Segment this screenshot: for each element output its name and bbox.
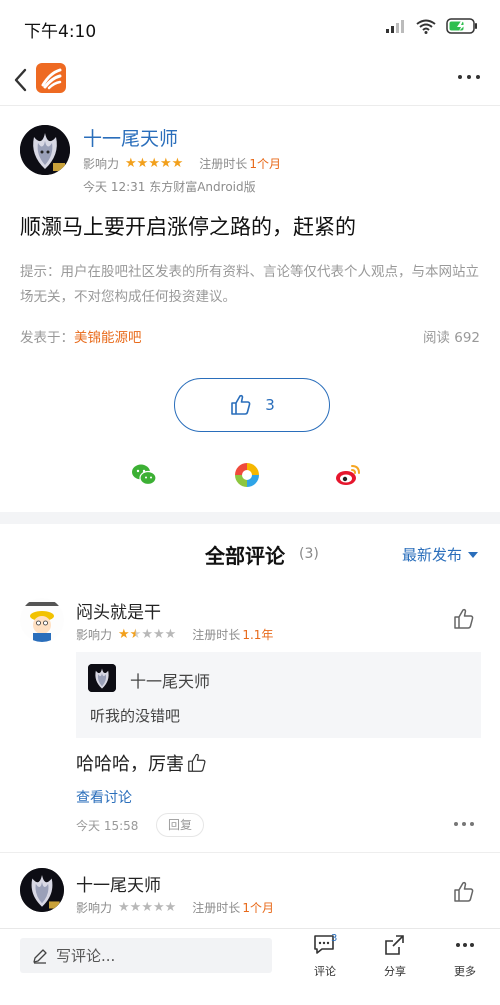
author-name[interactable]: 十一尾天师 bbox=[83, 124, 178, 151]
more-icon bbox=[456, 943, 474, 947]
comments-title: 全部评论 bbox=[205, 544, 285, 568]
thumbs-up-emoji-icon bbox=[188, 753, 206, 772]
comment-like-icon[interactable] bbox=[452, 607, 476, 631]
star-icon: ★ bbox=[148, 156, 160, 171]
influence-stars: ★ ★ ★ ★ ★ bbox=[118, 627, 176, 642]
quoted-name: 十一尾天师 bbox=[130, 672, 211, 691]
star-icon: ★ bbox=[164, 627, 177, 642]
post-title: 顺灏马上要开启涨停之路的，赶紧的 bbox=[20, 215, 356, 239]
signal-icon bbox=[386, 20, 404, 33]
post-time-source: 今天 12:31 东方财富Android版 bbox=[83, 180, 256, 194]
thumbs-up-icon bbox=[231, 394, 251, 415]
bar-name-link[interactable]: 美锦能源吧 bbox=[74, 330, 142, 346]
caret-down-icon bbox=[468, 551, 478, 558]
commenter-name[interactable]: 十一尾天师 bbox=[76, 871, 161, 896]
comments-count: (3) bbox=[299, 546, 319, 562]
back-arrow-icon[interactable] bbox=[10, 64, 32, 96]
register-duration-label: 注册时长 bbox=[192, 901, 241, 915]
comment-time: 今天 15:58 bbox=[76, 819, 139, 833]
author-avatar[interactable] bbox=[20, 125, 70, 175]
influence-label: 影响力 bbox=[76, 628, 113, 642]
star-icon: ★ bbox=[152, 627, 165, 642]
battery-icon bbox=[446, 18, 477, 34]
comment-text: 哈哈哈，厉害 bbox=[76, 750, 208, 776]
share-tab[interactable]: 分享 bbox=[370, 933, 420, 979]
sort-label: 最新发布 bbox=[401, 546, 462, 564]
register-duration-value: 1.1年 bbox=[242, 628, 274, 642]
commenter-avatar[interactable] bbox=[20, 598, 64, 642]
star-icon: ★ bbox=[136, 156, 149, 171]
share-icon bbox=[385, 935, 404, 955]
comment-like-icon[interactable] bbox=[452, 880, 476, 904]
more-tab[interactable]: 更多 bbox=[440, 933, 490, 979]
comment-separator bbox=[0, 852, 500, 853]
reply-button[interactable]: 回复 bbox=[156, 813, 204, 837]
posted-in-label: 发表于： bbox=[20, 330, 74, 346]
status-time: 下午4:10 bbox=[24, 22, 97, 42]
author-meta: 影响力 ★ ★ ★ ★ ★ 注册时长 1个月 bbox=[83, 155, 281, 172]
read-count: 阅读 692 bbox=[422, 330, 480, 346]
star-icon: ★ bbox=[118, 900, 130, 915]
register-duration-label: 注册时长 bbox=[199, 157, 248, 171]
app-logo-icon[interactable] bbox=[36, 63, 66, 93]
influence-stars: ★ ★ ★ ★ ★ bbox=[125, 156, 183, 171]
write-comment-input[interactable]: 写评论... bbox=[20, 938, 272, 973]
share-tab-label: 分享 bbox=[384, 965, 406, 978]
comment-tab[interactable]: 3 评论 bbox=[300, 933, 350, 979]
weibo-icon[interactable] bbox=[335, 462, 361, 488]
comment-badge: 3 bbox=[331, 933, 338, 944]
influence-stars: ★ ★ ★ ★ ★ bbox=[118, 900, 176, 915]
comment-text-body: 哈哈哈，厉害 bbox=[76, 754, 184, 775]
star-icon: ★ bbox=[125, 156, 137, 171]
view-discussion-link[interactable]: 查看讨论 bbox=[76, 787, 132, 807]
more-tab-label: 更多 bbox=[454, 965, 476, 978]
quoted-text: 听我的没错吧 bbox=[90, 707, 181, 725]
star-icon: ★ bbox=[152, 900, 165, 915]
quoted-avatar bbox=[88, 664, 116, 692]
comment-more-icon[interactable] bbox=[454, 822, 474, 826]
comment-tab-label: 评论 bbox=[314, 965, 336, 978]
like-button[interactable]: 3 bbox=[174, 378, 330, 432]
sort-dropdown[interactable]: 最新发布 bbox=[402, 544, 478, 565]
star-icon: ★ bbox=[164, 900, 177, 915]
star-icon: ★ bbox=[129, 900, 142, 915]
register-duration-value: 1个月 bbox=[242, 901, 274, 915]
top-nav-bar bbox=[0, 56, 500, 106]
posted-in: 发表于：美锦能源吧 bbox=[20, 326, 142, 346]
commenter-name[interactable]: 闷头就是干 bbox=[76, 598, 161, 623]
star-icon: ★ bbox=[159, 156, 172, 171]
pencil-icon bbox=[33, 948, 47, 964]
status-bar: 下午4:10 bbox=[0, 0, 500, 56]
write-comment-placeholder: 写评论... bbox=[56, 947, 116, 965]
star-icon: ★ bbox=[141, 627, 153, 642]
status-icons bbox=[386, 18, 478, 34]
wifi-icon bbox=[416, 19, 436, 34]
star-icon: ★ bbox=[141, 900, 153, 915]
star-icon: ★ bbox=[129, 627, 142, 642]
register-duration-value: 1个月 bbox=[249, 157, 281, 171]
more-options-icon[interactable] bbox=[458, 70, 484, 84]
influence-label: 影响力 bbox=[76, 901, 113, 915]
register-duration-label: 注册时长 bbox=[192, 628, 241, 642]
commenter-avatar[interactable] bbox=[20, 868, 64, 912]
commenter-meta: 影响力 ★ ★ ★ ★ ★ 注册时长 1个月 bbox=[76, 899, 274, 916]
commenter-meta: 影响力 ★ ★ ★ ★ ★ 注册时长 1.1年 bbox=[76, 626, 273, 643]
moments-icon[interactable] bbox=[234, 462, 260, 488]
section-divider bbox=[0, 512, 500, 524]
like-count: 3 bbox=[265, 396, 275, 414]
bottom-action-bar: 写评论... 3 评论 分享 更多 bbox=[0, 928, 500, 1005]
disclaimer-text: 提示：用户在股吧社区发表的所有资料、言论等仅代表个人观点，与本网站立场无关，不对… bbox=[20, 264, 479, 305]
star-icon: ★ bbox=[171, 156, 184, 171]
quoted-comment[interactable]: 十一尾天师 听我的没错吧 bbox=[76, 652, 481, 738]
wechat-icon[interactable] bbox=[131, 462, 157, 488]
star-icon: ★ bbox=[118, 627, 130, 642]
influence-label: 影响力 bbox=[83, 157, 120, 171]
